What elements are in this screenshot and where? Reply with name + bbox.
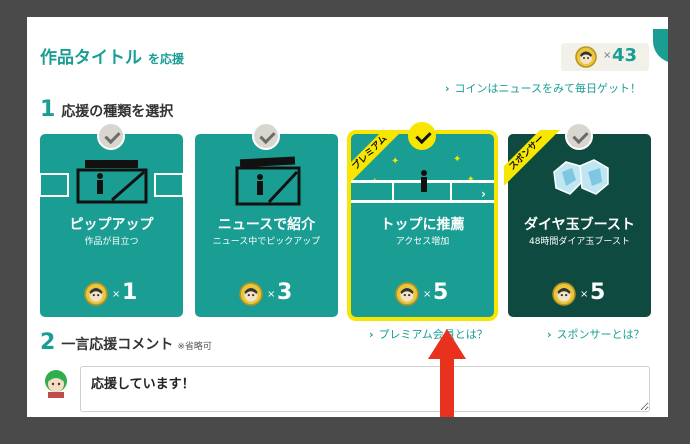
card-name: ピップアップ [69,217,154,233]
chevron-right-icon: › [445,82,450,95]
section-1-heading: 1 応援の種類を選択 [40,97,173,122]
svg-text:✦: ✦ [391,156,399,167]
card-name: ダイヤ玉ブースト [524,217,635,233]
card-pickup[interactable]: ピップアップ 作品が目立つ × 1 [40,122,183,317]
sponsor-link[interactable]: › スポンサーとは？ [547,326,645,342]
card-diamond-boost[interactable]: スポンサー ダイヤ玉ブースト 48時間ダイア玉ブースト × 5 [504,122,651,317]
card-name: ニュースで紹介 [217,217,316,233]
card-desc: ニュース中でピックアップ [212,237,321,247]
card-news[interactable]: ニュースで紹介 ニュース中でピックアップ × 3 [195,122,338,317]
coin-icon [84,282,108,306]
svg-text:›: › [481,187,486,201]
check-icon [408,122,436,150]
news-illustration-icon [235,156,301,206]
card-desc: 作品が目立つ [84,237,139,247]
cost-value: 3 [277,280,293,305]
page-title: 作品タイトル を応援 [40,43,184,68]
close-corner-tab[interactable] [653,29,668,63]
coin-icon [552,282,576,306]
check-icon [565,122,593,150]
section-2-heading: 2 一言応援コメント ※省略可 [40,330,212,355]
cost-multiply: × [423,289,432,300]
coin-link[interactable]: › コインはニュースをみて毎日ゲット！ [445,80,641,96]
arrow-up-icon [428,329,466,417]
support-modal: 作品タイトル を応援 × 43 › コインはニュースをみて毎日ゲット！ 1 応援の種類… [27,17,668,417]
cost-multiply: × [580,289,589,300]
coin-icon [575,46,597,68]
section-1-label: 応援の種類を選択 [61,104,174,120]
chevron-right-icon: › [369,328,374,341]
coin-link-text: コインはニュースをみて毎日ゲット！ [454,82,641,95]
chevron-right-icon: › [547,328,552,341]
card-top-recommend[interactable]: プレミアム ✦ ✦ ✦ ✦ › トップに推薦 アクセス増加 × 5 [347,122,494,317]
check-icon [252,122,280,150]
coin-icon [239,282,263,306]
section-1-number: 1 [40,97,56,122]
section-2-number: 2 [40,330,56,355]
cost-value: 1 [122,280,138,305]
section-2-label: 一言応援コメント [61,337,174,353]
title-suffix: を応援 [148,52,185,66]
user-avatar-icon [45,370,67,398]
cost-value: 5 [590,280,606,305]
card-desc: 48時間ダイア玉ブースト [528,237,630,247]
card-name: トップに推薦 [380,217,465,233]
check-icon [97,122,125,150]
sponsor-link-text: スポンサーとは？ [556,328,645,341]
coin-count: 43 [612,45,638,66]
coin-icon [395,282,419,306]
coin-balance: × 43 [561,43,649,71]
cost-multiply: × [112,289,121,300]
top-illustration-icon: ✦ ✦ ✦ ✦ › [351,154,494,203]
card-desc: アクセス増加 [395,237,450,247]
pickup-illustration-icon [40,160,183,204]
cost-multiply: × [267,289,276,300]
svg-text:✦: ✦ [453,154,461,165]
cost-value: 5 [433,280,449,305]
work-title: 作品タイトル [40,48,142,68]
coin-multiply: × [603,50,612,61]
optional-note: ※省略可 [177,342,212,352]
comment-input[interactable]: 応援しています！ [80,366,650,412]
diamond-gem-icon [553,159,609,195]
